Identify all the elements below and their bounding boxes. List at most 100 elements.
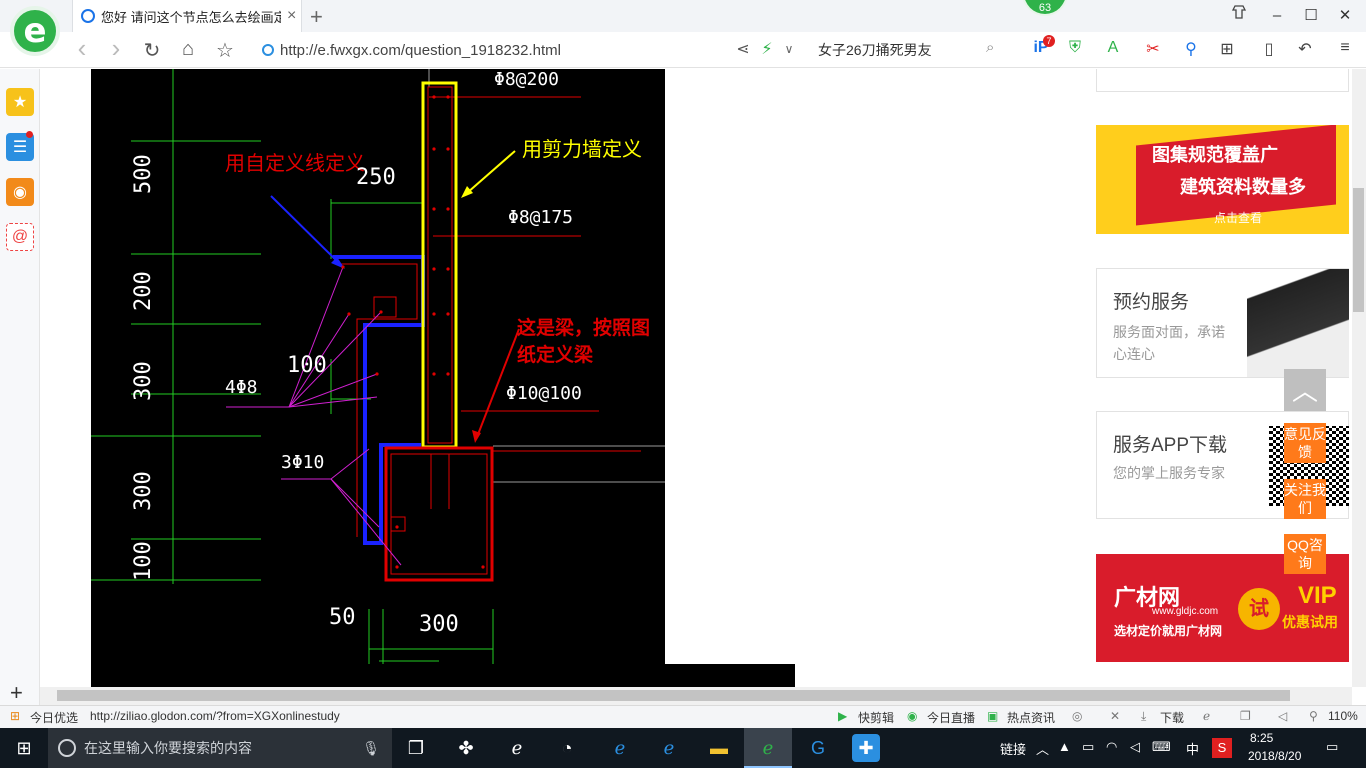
- skin-icon[interactable]: [1224, 4, 1254, 28]
- banner2-vip-sub: 优惠试用: [1282, 614, 1338, 630]
- sidebar-add-button[interactable]: +: [10, 680, 23, 706]
- speed-icon[interactable]: ◎: [1072, 709, 1082, 723]
- annotation-shear-wall: 用剪力墙定义: [522, 137, 642, 161]
- url-text[interactable]: http://e.fwxgx.com/question_1918232.html: [280, 42, 561, 59]
- refresh-button[interactable]: ↻: [140, 38, 164, 63]
- plus-app-icon[interactable]: ✚: [852, 734, 880, 762]
- tray-sogou-icon[interactable]: S: [1212, 738, 1232, 758]
- menu-icon[interactable]: ≡: [1334, 39, 1356, 57]
- windows-start-icon[interactable]: ⊞: [10, 734, 38, 762]
- back-to-top-button[interactable]: ︿: [1284, 369, 1326, 411]
- share-icon[interactable]: ⋖: [732, 39, 754, 59]
- browser-e-app-icon[interactable]: ℯ: [503, 734, 531, 762]
- tab-close-button[interactable]: ×: [287, 7, 296, 25]
- status-quick-cut[interactable]: 快剪辑: [858, 709, 894, 726]
- feedback-button[interactable]: 意见反馈: [1284, 423, 1326, 463]
- forward-button[interactable]: ›: [104, 33, 128, 64]
- browser-mode-icon[interactable]: ℯ: [1203, 709, 1210, 723]
- minimize-button[interactable]: –: [1262, 4, 1292, 28]
- dim-500: 500: [131, 154, 156, 194]
- pin-icon[interactable]: ✕: [1110, 709, 1120, 723]
- action-center-icon[interactable]: ▭: [1326, 739, 1338, 755]
- horizontal-scroll-thumb[interactable]: [57, 690, 1290, 701]
- tray-wifi-icon[interactable]: ◠: [1106, 739, 1117, 755]
- glodon-app-icon[interactable]: ◔: [553, 734, 581, 762]
- qq-consult-button[interactable]: QQ咨询: [1284, 534, 1326, 574]
- taskbar-search-box[interactable]: 在这里输入你要搜索的内容 🎙: [48, 728, 392, 768]
- status-live[interactable]: 今日直播: [927, 709, 975, 726]
- taskbar-search-placeholder[interactable]: 在这里输入你要搜索的内容: [84, 738, 252, 758]
- status-daily-picks[interactable]: 今日优选: [30, 709, 78, 726]
- translate-icon[interactable]: A: [1102, 39, 1124, 57]
- follow-us-button[interactable]: 关注我们: [1284, 479, 1326, 519]
- undo-icon[interactable]: ↶: [1294, 39, 1316, 59]
- top-card-partial[interactable]: [1096, 69, 1349, 92]
- tray-volume-icon[interactable]: ◁: [1130, 739, 1140, 755]
- close-button[interactable]: ✕: [1330, 4, 1360, 28]
- address-bar[interactable]: http://e.fwxgx.com/question_1918232.html: [262, 37, 722, 63]
- search-icon[interactable]: ⌕: [986, 39, 994, 56]
- ie-app-icon[interactable]: ℯ: [655, 734, 683, 762]
- tray-notify-icon[interactable]: ▲: [1058, 739, 1071, 754]
- chevron-down-icon[interactable]: ∨: [778, 42, 800, 56]
- dim-300-a: 300: [131, 361, 156, 401]
- tray-ime[interactable]: 中: [1186, 739, 1199, 758]
- status-link-url: http://ziliao.glodon.com/?from=XGXonline…: [90, 709, 340, 723]
- favorites-star-icon[interactable]: ★: [6, 88, 34, 116]
- g-app-icon[interactable]: G: [804, 734, 832, 762]
- apps-grid-icon[interactable]: ⊞: [1216, 39, 1238, 59]
- dim-250: 250: [356, 165, 396, 190]
- tab-favicon-icon: [81, 9, 95, 23]
- vertical-scrollbar[interactable]: [1352, 69, 1366, 687]
- reader-icon[interactable]: ▯: [1258, 39, 1280, 59]
- back-button[interactable]: ‹: [70, 33, 94, 64]
- favorite-button[interactable]: ☆: [213, 38, 237, 63]
- left-sidebar: [0, 69, 40, 706]
- maximize-button[interactable]: ☐: [1296, 4, 1326, 28]
- tray-link[interactable]: 链接: [1000, 739, 1026, 758]
- green-browser-app-icon[interactable]: ℯ: [754, 734, 782, 762]
- browser-logo-icon[interactable]: e: [10, 6, 60, 56]
- handshake-image: [1247, 269, 1349, 377]
- weibo-icon[interactable]: ◉: [6, 178, 34, 206]
- status-download[interactable]: 下载: [1160, 709, 1184, 726]
- scissors-icon[interactable]: ✂: [1142, 39, 1164, 59]
- search-input[interactable]: 女子26刀捅死男友: [818, 40, 932, 60]
- window-icon[interactable]: ❐: [1240, 709, 1251, 723]
- app-title: 服务APP下载: [1113, 435, 1228, 456]
- browser-tab[interactable]: 您好 请问这个节点怎么去绘画定 ×: [72, 0, 302, 32]
- tray-battery-icon[interactable]: ▭: [1082, 739, 1094, 755]
- gift-icon[interactable]: ⊞: [10, 709, 20, 723]
- tray-time[interactable]: 8:25: [1250, 731, 1273, 745]
- shield-icon[interactable]: ⛨: [1064, 39, 1086, 57]
- zoom-level[interactable]: 110%: [1328, 709, 1358, 723]
- edge-app-icon[interactable]: ℯ: [606, 734, 634, 762]
- banner1-line2: 建筑资料数量多: [1180, 177, 1306, 197]
- magnifier-icon[interactable]: ⚲: [1180, 39, 1202, 59]
- status-hot-news[interactable]: 热点资讯: [1007, 709, 1055, 726]
- rebar-label-2: Φ8@175: [508, 207, 574, 228]
- dim-300-b: 300: [131, 471, 156, 511]
- mail-icon[interactable]: @: [6, 223, 34, 251]
- tray-date[interactable]: 2018/8/20: [1248, 749, 1301, 763]
- microphone-icon[interactable]: 🎙: [362, 740, 380, 757]
- file-explorer-icon[interactable]: ▬: [705, 734, 733, 762]
- banner-atlas[interactable]: 图集规范覆盖广 建筑资料数量多 点击查看: [1096, 125, 1349, 234]
- download-icon: ⤓: [1141, 709, 1147, 723]
- home-button[interactable]: ⌂: [176, 38, 200, 61]
- tray-keyboard-icon[interactable]: ⌨: [1152, 739, 1171, 755]
- live-icon: ◉: [907, 709, 918, 723]
- tray-expand-icon[interactable]: ︿: [1036, 739, 1049, 758]
- pinwheel-app-icon[interactable]: ✤: [452, 734, 480, 762]
- speed-mode-icon[interactable]: ⚡: [756, 39, 778, 59]
- service-card[interactable]: 预约服务 服务面对面，承诺心连心: [1096, 268, 1349, 378]
- mute-icon[interactable]: ◁: [1278, 709, 1287, 723]
- zoom-icon[interactable]: ⚲: [1309, 709, 1318, 723]
- vertical-scroll-thumb[interactable]: [1353, 188, 1364, 312]
- dim-50: 50: [329, 605, 356, 630]
- task-view-icon[interactable]: ❐: [402, 734, 430, 762]
- cortana-icon: [58, 739, 76, 757]
- banner1-link[interactable]: 点击查看: [1214, 209, 1262, 226]
- site-info-icon[interactable]: [262, 44, 274, 56]
- new-tab-button[interactable]: +: [310, 4, 323, 30]
